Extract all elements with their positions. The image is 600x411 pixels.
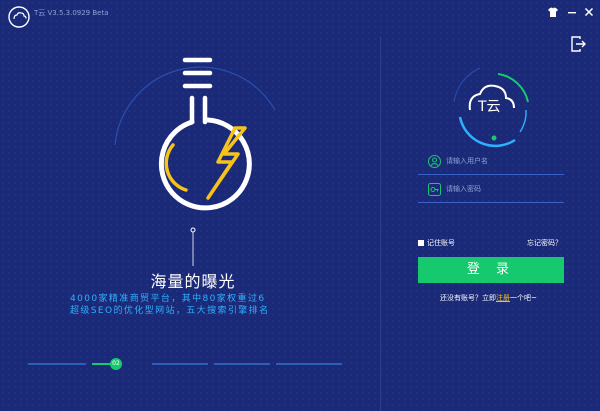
progress-segment[interactable] [214,363,270,365]
app-logo-icon [8,6,30,28]
slide-progress: 02 [28,356,348,372]
minimize-icon[interactable] [566,6,578,18]
remember-account-checkbox[interactable]: 记住账号 [418,238,455,248]
signup-suffix: 一个吧~ [510,294,537,302]
password-input[interactable] [446,180,556,198]
password-field[interactable] [418,178,564,203]
forgot-password-link[interactable]: 忘记密码？ [527,238,562,248]
slide-description-line-2: 超级SEO的优化型网站，五大搜索引擎排名 [70,306,270,316]
slide-headline: 海量的曝光 [150,272,236,291]
brand-logo: T云 [440,62,550,152]
close-icon[interactable] [583,6,595,18]
logout-icon[interactable] [568,34,588,54]
window-title: T云 V3.5.3.0929 Beta [34,9,109,17]
progress-segment[interactable] [28,363,86,365]
username-field[interactable] [418,150,564,175]
connector-line [192,240,194,266]
signup-link[interactable]: 注册 [496,294,510,302]
username-input[interactable] [446,152,556,170]
progress-segment[interactable] [276,363,342,365]
checkbox-box[interactable] [418,240,424,246]
progress-step-indicator[interactable]: 02 [110,358,122,370]
signup-prefix: 还没有账号？立即 [440,294,496,302]
title-bar: T云 V3.5.3.0929 Beta [0,0,600,28]
panel-divider [380,36,381,411]
user-icon [428,155,441,168]
key-icon [428,183,441,196]
progress-segment[interactable] [152,363,208,365]
login-button[interactable]: 登 录 [418,257,564,283]
signup-prompt: 还没有账号？立即注册一个吧~ [440,293,537,303]
remember-label: 记住账号 [427,239,455,247]
progress-segment-active[interactable] [92,363,112,365]
lightbulb-illustration-icon [114,57,276,240]
skin-shirt-icon[interactable] [547,6,559,18]
brand-logo-text: T云 [478,99,501,115]
